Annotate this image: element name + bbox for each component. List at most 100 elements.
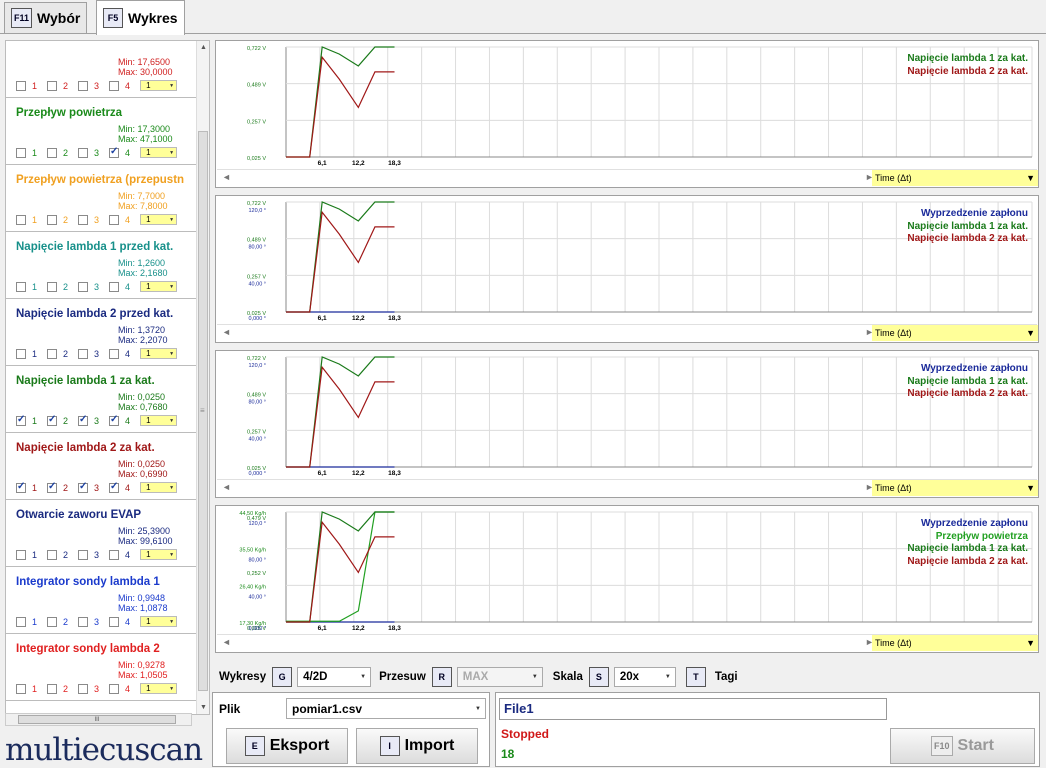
channel-checks: 12341 <box>16 281 178 292</box>
chart-4-checkbox[interactable] <box>109 214 120 225</box>
chart-4-checkbox[interactable] <box>109 146 120 158</box>
chart-1-checkbox[interactable] <box>16 616 26 627</box>
chart-3-checkbox[interactable] <box>78 214 89 225</box>
chart-number: 1 <box>32 482 38 493</box>
axis-select[interactable]: 1 <box>140 281 178 292</box>
chart-4-checkbox[interactable] <box>109 414 120 426</box>
chart-2-checkbox[interactable] <box>47 80 58 91</box>
chart-3-checkbox[interactable] <box>78 147 89 158</box>
przesuw-select[interactable]: MAX <box>456 666 543 687</box>
axis-select[interactable]: 1 <box>140 348 178 359</box>
chart-number: 4 <box>125 683 131 694</box>
scroll-left-arrow-icon[interactable]: ◄ <box>222 637 231 647</box>
chart-number: 1 <box>32 415 38 426</box>
series-line <box>286 356 395 468</box>
axis-select[interactable]: 1 <box>140 214 178 225</box>
axis-select[interactable]: 1 <box>140 549 178 560</box>
axis-select[interactable]: 1 <box>140 482 178 493</box>
scroll-left-arrow-icon[interactable]: ◄ <box>222 172 231 182</box>
chart-4-checkbox[interactable] <box>109 549 120 560</box>
chart-3-checkbox[interactable] <box>78 80 89 91</box>
time-axis-select[interactable]: Time (Δt) ▼ <box>872 635 1038 651</box>
y-tick-label: 0,257 V <box>247 429 266 435</box>
chart-3-checkbox[interactable] <box>78 481 89 493</box>
r-key-icon: R <box>431 666 452 687</box>
chart-2-checkbox[interactable] <box>47 147 58 158</box>
chart-3-checkbox[interactable] <box>78 616 89 627</box>
file-select[interactable]: pomiar1.csv <box>286 698 486 719</box>
channel-checks: 12341 <box>16 481 178 493</box>
channel-name: Napięcie lambda 2 przed kat. <box>16 308 174 320</box>
channel-list-scrollbar[interactable]: ▲ ≡ ▼ <box>196 41 209 714</box>
chart-1-checkbox[interactable] <box>16 147 26 158</box>
e-key-icon: E <box>244 736 265 756</box>
chart-4-checkbox[interactable] <box>109 683 120 694</box>
wykresy-select[interactable]: 4/2D <box>297 666 372 687</box>
chart-4-checkbox[interactable] <box>109 481 120 493</box>
time-axis-select[interactable]: Time (Δt) ▼ <box>872 480 1038 496</box>
chart-2-checkbox[interactable] <box>47 683 58 694</box>
chart-number: 2 <box>63 482 69 493</box>
chart-3-checkbox[interactable] <box>78 683 89 694</box>
axis-select[interactable]: 1 <box>140 616 178 627</box>
chart-2-checkbox[interactable] <box>47 616 58 627</box>
skala-select[interactable]: 20x <box>613 666 676 687</box>
chart-2-checkbox[interactable] <box>47 348 58 359</box>
chart-2-checkbox[interactable] <box>47 214 58 225</box>
chart-3-checkbox[interactable] <box>78 549 89 560</box>
legend-entry: Napięcie lambda 2 za kat. <box>907 233 1028 244</box>
chart-scrollbar[interactable]: ◄ ► Time (Δt) ▼ <box>217 479 1038 496</box>
chart-3-checkbox[interactable] <box>78 348 89 359</box>
chart-2-checkbox[interactable] <box>47 549 58 560</box>
chart-scrollbar[interactable]: ◄ ► Time (Δt) ▼ <box>217 169 1038 186</box>
scroll-left-arrow-icon[interactable]: ◄ <box>222 327 231 337</box>
chart-3-checkbox[interactable] <box>78 414 89 426</box>
chart-scrollbar[interactable]: ◄ ► Time (Δt) ▼ <box>217 634 1038 651</box>
x-tick-label: 6,1 <box>318 315 327 322</box>
chart-1-checkbox[interactable] <box>16 481 26 493</box>
hscroll-thumb[interactable]: III <box>18 715 176 724</box>
chart-4-checkbox[interactable] <box>109 616 120 627</box>
time-axis-select[interactable]: Time (Δt) ▼ <box>872 325 1038 341</box>
chart-1-checkbox[interactable] <box>16 80 26 91</box>
t-key-icon[interactable]: T <box>685 666 706 687</box>
scroll-left-arrow-icon[interactable]: ◄ <box>222 482 231 492</box>
chart-1-checkbox[interactable] <box>16 281 26 292</box>
axis-select[interactable]: 1 <box>140 80 178 91</box>
chart-1-checkbox[interactable] <box>16 683 26 694</box>
chart-legend: Wyprzedzenie zapłonu Napięcie lambda 1 za… <box>907 363 1028 401</box>
export-button[interactable]: E Eksport <box>226 728 348 764</box>
channel-min: Min: 25,3900 <box>118 526 171 536</box>
y-tick-label: 120,0 ° <box>249 521 267 527</box>
y-tick-label: 0,722 V <box>247 356 266 362</box>
legend-entry: Przepływ powietrza <box>935 530 1028 542</box>
chart-number: 1 <box>32 147 38 158</box>
chart-2-checkbox[interactable] <box>47 281 58 292</box>
chart-4-checkbox[interactable] <box>109 348 120 359</box>
tab-wybor[interactable]: F11 Wybór <box>4 2 88 33</box>
chart-3-checkbox[interactable] <box>78 281 89 292</box>
chart-scrollbar[interactable]: ◄ ► Time (Δt) ▼ <box>217 324 1038 341</box>
chart-4-checkbox[interactable] <box>109 281 120 292</box>
axis-select[interactable]: 1 <box>140 147 178 158</box>
chart-1-checkbox[interactable] <box>16 414 26 426</box>
chart-1-checkbox[interactable] <box>16 214 26 225</box>
channel-min: Min: 17,3000 <box>118 124 171 134</box>
import-button-label: Import <box>404 737 455 754</box>
chart-1-checkbox[interactable] <box>16 549 26 560</box>
time-axis-select[interactable]: Time (Δt) ▼ <box>872 170 1038 186</box>
start-button[interactable]: F10 Start <box>890 728 1035 764</box>
chart-2-checkbox[interactable] <box>47 481 58 493</box>
channel-list-hscrollbar[interactable]: III <box>5 713 192 726</box>
tab-wykres[interactable]: F5 Wykres <box>96 0 185 35</box>
axis-select[interactable]: 1 <box>140 415 178 426</box>
axis-select[interactable]: 1 <box>140 683 178 694</box>
chart-number: 3 <box>94 482 100 493</box>
scroll-up-arrow-icon[interactable]: ▲ <box>197 41 209 54</box>
chart-4-checkbox[interactable] <box>109 80 120 91</box>
x-tick-label: 18,3 <box>388 625 401 632</box>
chart-1-checkbox[interactable] <box>16 348 26 359</box>
scroll-down-arrow-icon[interactable]: ▼ <box>197 701 209 714</box>
import-button[interactable]: I Import <box>356 728 478 764</box>
chart-2-checkbox[interactable] <box>47 414 58 426</box>
